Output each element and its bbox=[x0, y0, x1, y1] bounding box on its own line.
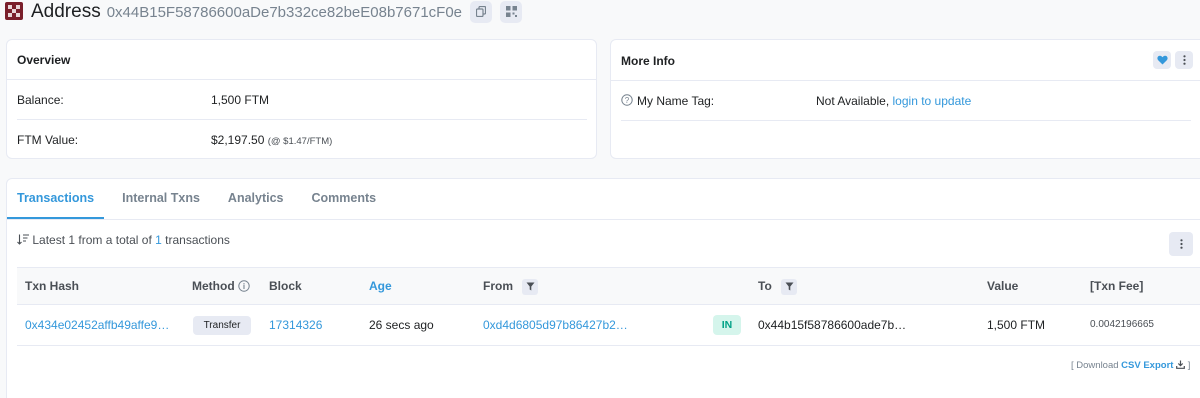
download-icon bbox=[1176, 360, 1185, 372]
svg-text:?: ? bbox=[625, 96, 630, 105]
header-from: From bbox=[483, 279, 539, 295]
qr-code-button[interactable] bbox=[500, 0, 523, 23]
header-from-label: From bbox=[483, 279, 513, 294]
header-method-label: Method bbox=[192, 279, 235, 293]
age-value: 26 secs ago bbox=[369, 318, 434, 332]
csv-export-link[interactable]: CSV Export bbox=[1121, 360, 1188, 371]
help-circle-icon: ? bbox=[621, 94, 633, 109]
more-options-button[interactable] bbox=[1175, 51, 1193, 69]
header-to: To bbox=[758, 279, 798, 295]
table-options-button[interactable] bbox=[1169, 232, 1193, 256]
balance-value: 1,500 FTM bbox=[211, 93, 270, 107]
ftm-value-rate: (@ $1.47/FTM) bbox=[267, 136, 333, 147]
ftm-value-label: FTM Value: bbox=[17, 133, 79, 147]
table-header: Txn Hash Method i Block Age From To Valu… bbox=[17, 267, 1200, 305]
name-tag-label: My Name Tag: bbox=[637, 94, 715, 108]
header-to-label: To bbox=[758, 279, 772, 294]
vertical-dots-icon bbox=[1182, 55, 1186, 65]
filter-icon bbox=[526, 282, 535, 291]
copy-address-button[interactable] bbox=[470, 0, 493, 23]
balance-label: Balance: bbox=[17, 93, 64, 107]
from-address-link[interactable]: 0xd4d6805d97b86427b2… bbox=[483, 318, 628, 332]
txn-fee-value: 0.0042196665 bbox=[1090, 319, 1154, 330]
login-link[interactable]: login to update bbox=[893, 94, 972, 108]
summary-total[interactable]: 1 bbox=[155, 233, 162, 247]
copy-icon bbox=[476, 6, 487, 17]
tab-analytics[interactable]: Analytics bbox=[218, 179, 294, 219]
favorite-button[interactable] bbox=[1153, 51, 1171, 69]
ftm-value: $2,197.50 (@ $1.47/FTM) bbox=[211, 133, 332, 147]
to-address: 0x44b15f58786600ade7b… bbox=[758, 318, 907, 332]
overview-title: Overview bbox=[17, 53, 71, 67]
download-prefix: [ Download bbox=[1071, 360, 1119, 371]
qr-code-icon bbox=[505, 6, 517, 17]
tab-comments[interactable]: Comments bbox=[302, 179, 387, 219]
summary-suffix: transactions bbox=[165, 233, 230, 247]
to-filter-button[interactable] bbox=[781, 279, 798, 295]
summary-count: 1 bbox=[68, 233, 76, 247]
ftm-value-amount: $2,197.50 bbox=[211, 133, 265, 147]
download-suffix: ] bbox=[1187, 360, 1191, 371]
transactions-card: Transactions Internal Txns Analytics Com… bbox=[6, 178, 1200, 398]
vertical-dots-icon bbox=[1179, 239, 1183, 249]
method-badge: Transfer bbox=[193, 316, 251, 335]
header-method: Method i bbox=[192, 279, 250, 295]
header-value: Value bbox=[987, 279, 1019, 293]
tab-internal-txns[interactable]: Internal Txns bbox=[112, 179, 210, 219]
row-divider bbox=[17, 345, 1200, 346]
csv-export-row: [ Download CSV Export ] bbox=[1071, 360, 1190, 372]
csv-export-label: CSV Export bbox=[1121, 360, 1174, 371]
header-age[interactable]: Age bbox=[369, 279, 392, 293]
more-info-card: More Info ? My Name Tag: Not Available, … bbox=[610, 39, 1200, 159]
summary-prefix: Latest bbox=[32, 233, 66, 247]
page-title: Address bbox=[31, 0, 101, 22]
info-circle-icon[interactable]: i bbox=[238, 280, 250, 295]
heart-icon bbox=[1156, 55, 1168, 65]
page-header: Address 0x44B15F58786600aDe7b332ce82beE0… bbox=[0, 0, 1200, 26]
header-txn-hash: Txn Hash bbox=[25, 279, 80, 293]
txn-hash-link[interactable]: 0x434e02452affb49affe9… bbox=[25, 318, 169, 332]
direction-badge: IN bbox=[713, 315, 741, 335]
overview-card: Overview Balance: 1,500 FTM FTM Value: $… bbox=[6, 39, 597, 159]
tab-transactions[interactable]: Transactions bbox=[7, 179, 105, 219]
summary-middle: from a total of bbox=[78, 233, 152, 247]
header-txn-fee[interactable]: [Txn Fee] bbox=[1090, 279, 1143, 293]
from-filter-button[interactable] bbox=[522, 279, 539, 295]
address-hash: 0x44B15F58786600aDe7b332ce82beE08b7671cF… bbox=[106, 4, 463, 21]
header-block: Block bbox=[269, 279, 302, 293]
tab-bar: Transactions Internal Txns Analytics Com… bbox=[7, 179, 394, 219]
name-tag-value: Not Available, login to update bbox=[816, 94, 971, 108]
filter-icon bbox=[785, 282, 794, 291]
sort-icon bbox=[17, 234, 29, 248]
tab-divider bbox=[7, 219, 1200, 220]
svg-text:i: i bbox=[243, 282, 245, 291]
overview-divider bbox=[7, 79, 596, 80]
address-avatar-icon bbox=[4, 1, 24, 21]
more-info-divider bbox=[611, 80, 1200, 81]
value-amount: 1,500 FTM bbox=[987, 318, 1046, 332]
txn-summary: Latest 1 from a total of 1 transactions bbox=[17, 233, 230, 248]
table-row: 0x434e02452affb49affe9… Transfer 1731432… bbox=[17, 306, 1200, 344]
row-divider bbox=[17, 119, 587, 120]
name-tag-status: Not Available, bbox=[816, 94, 890, 108]
row-divider bbox=[621, 120, 1191, 121]
block-link[interactable]: 17314326 bbox=[269, 318, 322, 332]
more-info-title: More Info bbox=[621, 54, 675, 68]
